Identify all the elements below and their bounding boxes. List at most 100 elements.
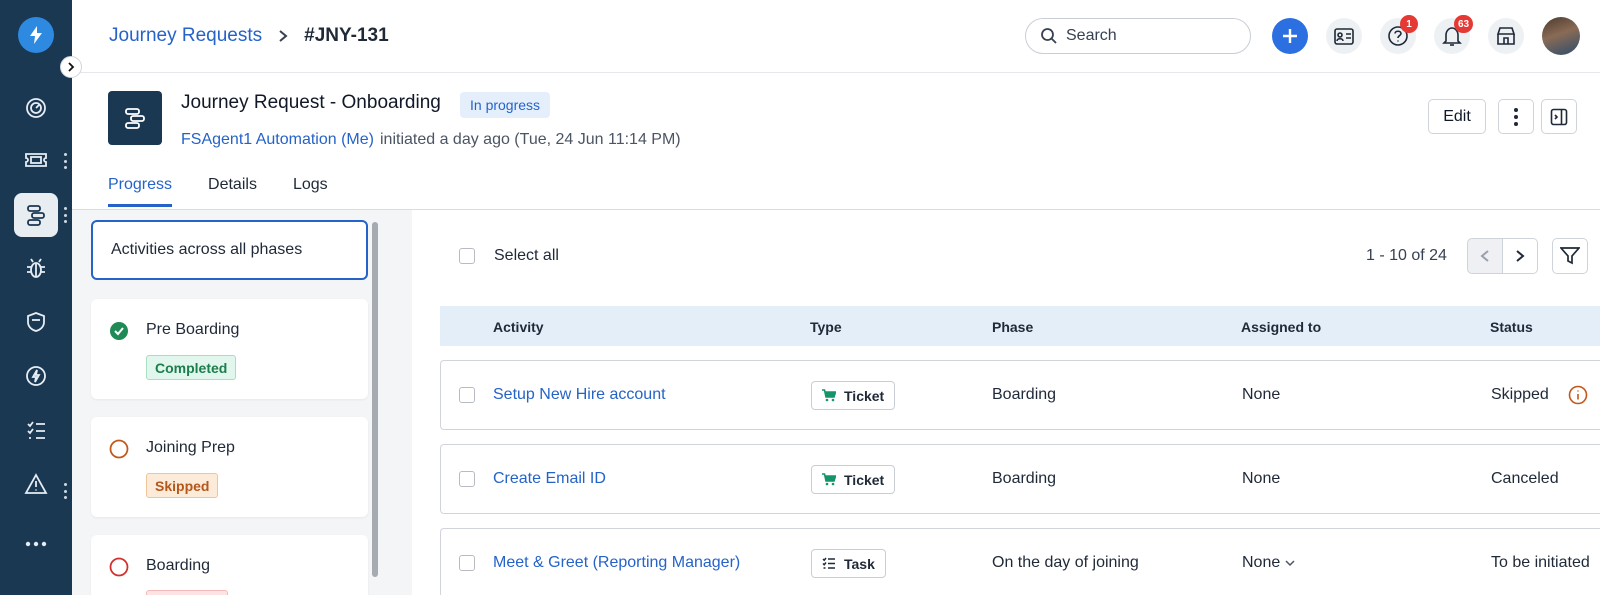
tab-details[interactable]: Details (208, 176, 257, 206)
select-all[interactable]: Select all (459, 247, 559, 265)
activity-link[interactable]: Meet & Greet (Reporting Manager) (493, 554, 740, 572)
edit-button[interactable]: Edit (1428, 99, 1486, 134)
cart-icon (822, 473, 836, 486)
alert-more-icon[interactable] (62, 483, 68, 499)
column-header-phase[interactable]: Phase (992, 319, 1033, 335)
phase-cell: On the day of joining (992, 554, 1139, 571)
ticket-more-icon[interactable] (62, 153, 68, 169)
assigned-cell: None (1242, 470, 1281, 487)
page-title: Journey Request - Onboarding (181, 92, 441, 113)
store-icon (1496, 27, 1516, 45)
row-checkbox[interactable] (459, 387, 475, 403)
contact-card-button[interactable] (1326, 18, 1362, 54)
phase-cell: Boarding (992, 470, 1057, 487)
table-row[interactable]: Create Email ID Ticket Boarding None Can… (440, 444, 1600, 514)
bug-icon[interactable] (14, 246, 58, 290)
table-row[interactable]: Meet & Greet (Reporting Manager) Task On… (440, 528, 1600, 595)
status-badge: In progress (460, 92, 551, 118)
side-panel-icon (1550, 108, 1568, 125)
assigned-dropdown[interactable]: None (1242, 554, 1295, 572)
status-cell: To be initiated (1491, 554, 1590, 571)
column-header-type[interactable]: Type (810, 319, 842, 335)
phase-status-badge: Completed (146, 355, 237, 380)
search-input[interactable]: Search (1025, 18, 1251, 54)
help-badge: 1 (1400, 15, 1418, 33)
checklist-icon (822, 557, 835, 569)
empty-circle-icon (109, 439, 129, 459)
info-icon[interactable] (1568, 385, 1588, 405)
phase-card[interactable]: Boarding (91, 535, 368, 595)
more-icon[interactable] (14, 522, 58, 566)
journey-more-icon[interactable] (62, 207, 68, 223)
prev-page-button[interactable] (1467, 238, 1503, 274)
type-label: Task (844, 555, 875, 572)
column-header-assigned-to[interactable]: Assigned to (1241, 319, 1321, 335)
phase-name: Boarding (146, 557, 211, 574)
chevron-right-icon (1516, 250, 1525, 262)
type-label: Ticket (844, 387, 885, 404)
table-row[interactable]: Setup New Hire account Ticket Boarding N… (440, 360, 1600, 430)
type-label: Ticket (844, 471, 885, 488)
phase-card[interactable]: Pre Boarding Completed (91, 299, 368, 399)
table-header: Activity Type Phase Assigned to Status (440, 306, 1600, 346)
contact-card-icon (1334, 28, 1354, 45)
select-all-checkbox[interactable] (459, 248, 475, 264)
activity-link[interactable]: Setup New Hire account (493, 386, 666, 404)
vertical-dots-icon (1514, 107, 1518, 126)
lightning-logo-icon[interactable] (18, 17, 54, 53)
phase-card[interactable]: Joining Prep Skipped (91, 417, 368, 517)
phase-all-activities[interactable]: Activities across all phases (91, 220, 368, 280)
agent-link[interactable]: FSAgent1 Automation (Me) (181, 131, 374, 148)
initiated-text: initiated a day ago (Tue, 24 Jun 11:14 P… (379, 131, 681, 148)
filter-button[interactable] (1552, 238, 1588, 274)
tabs: Progress Details Logs (108, 176, 364, 207)
avatar[interactable] (1542, 17, 1580, 55)
chevron-left-icon (1480, 250, 1489, 262)
breadcrumb: Journey Requests #JNY-131 (109, 25, 389, 47)
type-chip: Ticket (811, 381, 896, 410)
shield-icon[interactable] (14, 300, 58, 344)
notifications-button[interactable]: 63 (1434, 15, 1474, 54)
dashboard-icon[interactable] (14, 86, 58, 130)
journey-request-icon (108, 91, 162, 145)
phase-status-badge: Skipped (146, 473, 219, 498)
phase-cell: Boarding (992, 386, 1057, 403)
status-cell: Canceled (1491, 470, 1559, 487)
phases-scrollbar[interactable] (372, 222, 378, 577)
phase-status-badge (146, 590, 228, 595)
checklist-icon[interactable] (14, 408, 58, 452)
sidebar-expand-button[interactable] (60, 56, 82, 78)
tab-logs[interactable]: Logs (293, 176, 328, 206)
tab-progress[interactable]: Progress (108, 176, 173, 207)
row-checkbox[interactable] (459, 471, 475, 487)
check-circle-icon (110, 322, 128, 340)
filter-icon (1560, 247, 1580, 265)
activity-link[interactable]: Create Email ID (493, 470, 606, 488)
alert-icon[interactable] (14, 462, 58, 506)
phase-name: Joining Prep (146, 439, 235, 456)
journey-icon[interactable] (14, 193, 58, 237)
store-button[interactable] (1488, 18, 1524, 54)
help-button[interactable]: 1 (1380, 15, 1418, 54)
type-chip: Task (811, 549, 886, 578)
toggle-panel-button[interactable] (1541, 99, 1577, 134)
chevron-down-icon (1285, 560, 1295, 567)
status-cell: Skipped (1491, 386, 1549, 403)
select-all-label: Select all (494, 247, 559, 264)
sidebar (0, 0, 72, 595)
phase-name: Pre Boarding (146, 321, 240, 338)
more-actions-button[interactable] (1498, 99, 1534, 134)
chevron-right-icon (278, 29, 288, 43)
row-checkbox[interactable] (459, 555, 475, 571)
assigned-value: None (1242, 554, 1281, 571)
notifications-badge: 63 (1454, 15, 1474, 33)
breadcrumb-journey-requests-link[interactable]: Journey Requests (109, 25, 262, 47)
bolt-icon[interactable] (14, 354, 58, 398)
add-button[interactable] (1272, 18, 1308, 54)
ticket-icon[interactable] (14, 138, 58, 182)
type-chip: Ticket (811, 465, 896, 494)
column-header-status[interactable]: Status (1490, 319, 1533, 335)
search-placeholder: Search (1066, 27, 1117, 44)
next-page-button[interactable] (1502, 238, 1538, 274)
column-header-activity[interactable]: Activity (493, 319, 544, 335)
